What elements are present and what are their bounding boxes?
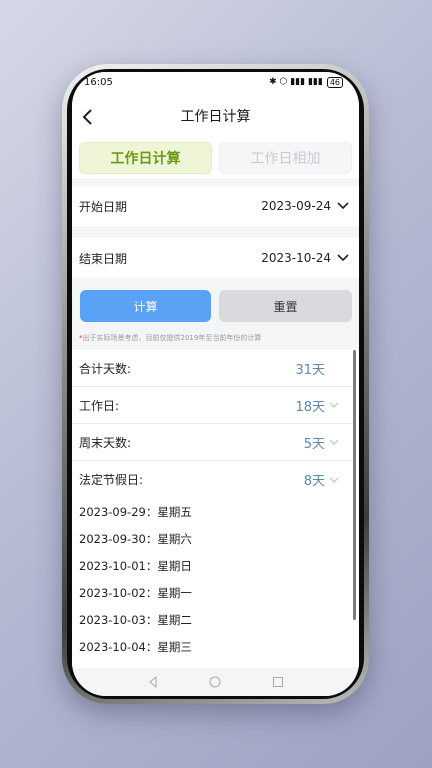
status-icons: ✱ ⬡ ▮▮▮ ▮▮▮ 46 [269, 76, 343, 88]
signal-icons: ✱ ⬡ ▮▮▮ ▮▮▮ [269, 77, 323, 87]
results-panel: 合计天数: 31天 工作日: 18天 周末天数: 5天 法定节假日: 8天 20… [72, 350, 359, 668]
holiday-item: 2023-10-04：星期三 [79, 639, 192, 654]
chevron-down-icon [337, 202, 349, 210]
chevron-down-icon [337, 254, 349, 262]
end-date-label: 结束日期 [79, 251, 128, 266]
holiday-item: 2023-09-30：星期六 [79, 531, 192, 546]
end-date-value-wrap[interactable]: 2023-10-24 [261, 251, 349, 265]
holiday-item: 2023-10-02：星期一 [79, 585, 192, 600]
tab-workday-calc[interactable]: 工作日计算 [79, 142, 212, 174]
holiday-item: 2023-10-01：星期日 [79, 558, 192, 573]
result-row-workdays[interactable]: 工作日: 18天 [72, 387, 353, 424]
result-label: 法定节假日: [79, 473, 144, 487]
chevron-down-icon [329, 477, 339, 483]
nav-home-icon[interactable] [209, 676, 221, 688]
result-row-weekends[interactable]: 周末天数: 5天 [72, 424, 353, 461]
screen: 16:05 ✱ ⬡ ▮▮▮ ▮▮▮ 46 工作日计算 工作日计算 工作日相加 开… [72, 72, 359, 696]
result-row-holidays[interactable]: 法定节假日: 8天 [72, 461, 353, 498]
result-label: 合计天数: [79, 361, 132, 376]
reset-button[interactable]: 重置 [219, 290, 352, 322]
tab-workday-add[interactable]: 工作日相加 [219, 142, 352, 174]
result-value-wrap[interactable]: 5天 [304, 433, 339, 452]
start-date-value: 2023-09-24 [261, 199, 331, 213]
battery-icon: 46 [326, 76, 343, 88]
result-label: 周末天数: [79, 435, 132, 450]
calculate-button[interactable]: 计算 [80, 290, 211, 322]
nav-back-icon[interactable] [147, 676, 159, 688]
result-value-wrap: 31天 [295, 359, 339, 378]
holiday-item: 2023-10-03：星期二 [79, 612, 192, 627]
start-date-value-wrap[interactable]: 2023-09-24 [261, 199, 349, 213]
holiday-item: 2023-09-29：星期五 [79, 504, 192, 519]
result-value: 18天 [295, 399, 325, 415]
phone-frame: 16:05 ✱ ⬡ ▮▮▮ ▮▮▮ 46 工作日计算 工作日计算 工作日相加 开… [62, 64, 369, 704]
nav-recents-icon[interactable] [272, 676, 284, 688]
status-time: 16:05 [84, 76, 113, 88]
result-value: 31天 [295, 362, 325, 378]
end-date-row[interactable]: 结束日期 2023-10-24 [72, 238, 359, 278]
chevron-down-icon [329, 439, 339, 445]
result-value-wrap[interactable]: 8天 [304, 470, 339, 489]
end-date-value: 2023-10-24 [261, 251, 331, 265]
result-label: 工作日: [79, 398, 120, 413]
result-value: 5天 [303, 436, 325, 452]
start-date-row[interactable]: 开始日期 2023-09-24 [72, 186, 359, 226]
scrollbar[interactable] [353, 350, 356, 620]
chevron-down-icon [329, 402, 339, 408]
disclaimer-note: *出于实际场景考虑，目前仅提供2019年至当前年份的计算 [79, 333, 261, 343]
result-value: 8天 [303, 474, 325, 489]
start-date-label: 开始日期 [79, 199, 128, 214]
system-nav-bar [72, 668, 359, 696]
result-value-wrap[interactable]: 18天 [295, 396, 339, 415]
mode-tabs: 工作日计算 工作日相加 [72, 140, 359, 178]
result-row-total: 合计天数: 31天 [72, 350, 353, 387]
disclaimer-text: 出于实际场景考虑，目前仅提供2019年至当前年份的计算 [82, 334, 262, 342]
status-bar: 16:05 ✱ ⬡ ▮▮▮ ▮▮▮ 46 [72, 72, 359, 92]
page-title: 工作日计算 [180, 109, 251, 125]
